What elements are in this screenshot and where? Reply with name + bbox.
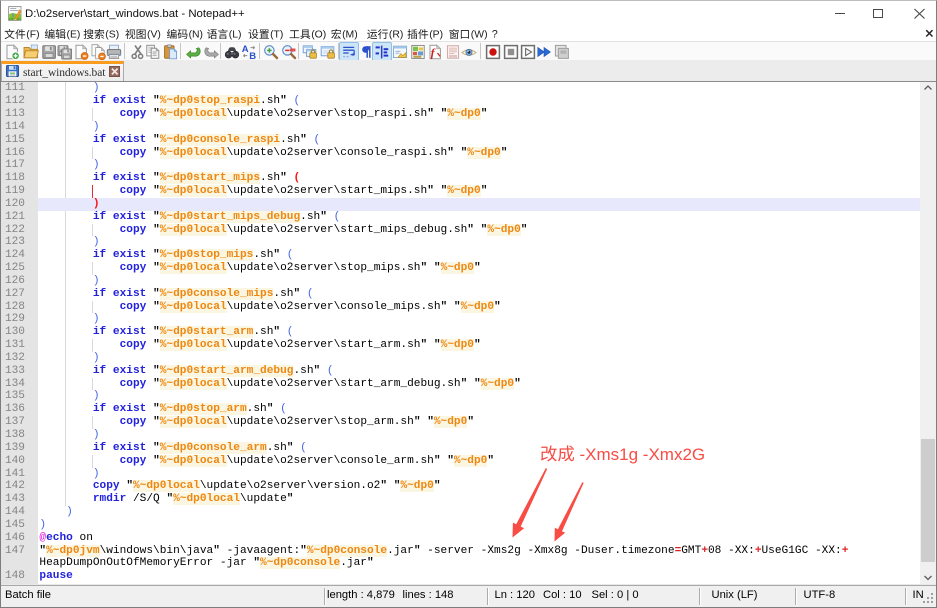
svg-text:B: B (249, 51, 256, 60)
svg-text:A: A (242, 44, 249, 55)
